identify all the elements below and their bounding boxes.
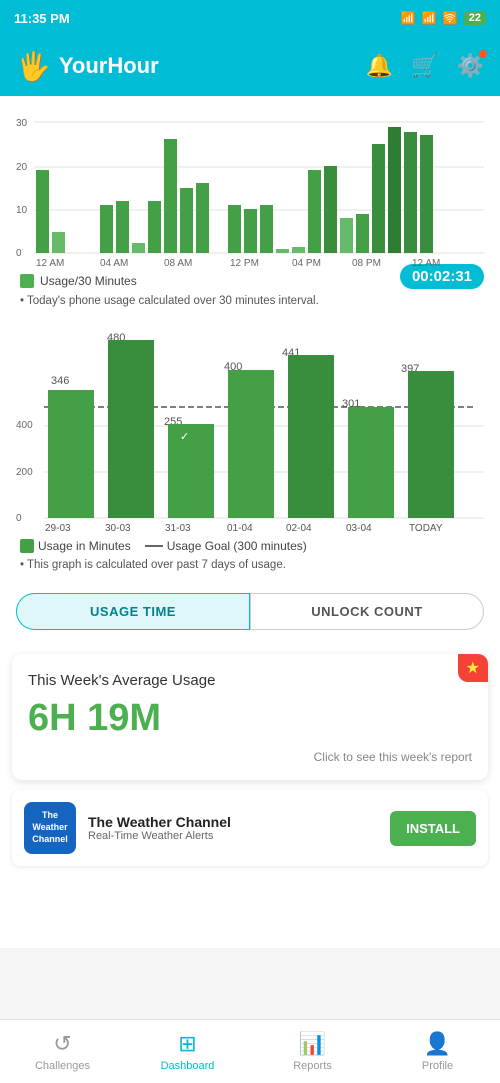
svg-text:0: 0 — [16, 248, 22, 259]
svg-text:04 PM: 04 PM — [292, 258, 321, 268]
hourly-chart-svg: 0 10 20 30 — [16, 108, 484, 268]
challenges-icon: ↺ — [53, 1031, 71, 1057]
svg-text:02-04: 02-04 — [286, 523, 312, 533]
svg-text:346: 346 — [51, 375, 69, 387]
weekly-chart-container: 0 200 400 346 480 255 — [16, 333, 484, 533]
legend-box-usage — [20, 274, 34, 288]
reports-icon: 📊 — [299, 1031, 326, 1057]
weekly-average-time: 6H 19M — [28, 697, 472, 740]
hourly-chart-container: 0 10 20 30 — [16, 108, 484, 268]
chart1-note: • Today's phone usage calculated over 30… — [16, 295, 484, 307]
chart2-note: • This graph is calculated over past 7 d… — [16, 559, 484, 571]
weekly-chart-section: 0 200 400 346 480 255 — [0, 321, 500, 577]
svg-text:12 AM: 12 AM — [36, 258, 64, 268]
unlock-count-button[interactable]: UNLOCK COUNT — [250, 593, 484, 630]
settings-notification-dot — [479, 50, 487, 58]
legend-usage-goal: Usage Goal (300 minutes) — [145, 539, 307, 553]
nav-reports-label: Reports — [293, 1060, 332, 1072]
chart1-legend: Usage/30 Minutes — [16, 274, 137, 288]
battery-indicator: 22 — [464, 11, 486, 25]
chart1-footer: Usage/30 Minutes 00:02:31 • Today's phon… — [16, 268, 484, 307]
svg-text:04 AM: 04 AM — [100, 258, 128, 268]
chart1-legend-label: Usage/30 Minutes — [40, 274, 137, 288]
ad-logo-text: The Weather Channel — [32, 810, 68, 845]
svg-text:30-03: 30-03 — [105, 523, 131, 533]
svg-text:✓: ✓ — [180, 431, 189, 443]
ad-info: The Weather Channel Real-Time Weather Al… — [88, 814, 378, 842]
weekly-average-card[interactable]: ★ This Week's Average Usage 6H 19M Click… — [12, 654, 488, 780]
svg-text:10: 10 — [16, 205, 28, 216]
svg-text:200: 200 — [16, 467, 33, 478]
chart2-legend: Usage in Minutes Usage Goal (300 minutes… — [16, 539, 484, 553]
nav-challenges-label: Challenges — [35, 1060, 90, 1072]
nav-challenges[interactable]: ↺ Challenges — [0, 1023, 125, 1080]
hand-icon: 🖐 — [16, 50, 51, 83]
weekly-card-title: This Week's Average Usage — [28, 672, 472, 689]
header-actions: 🔔 🛒 ⚙️ — [366, 53, 484, 79]
ad-install-button[interactable]: INSTALL — [390, 811, 476, 846]
app-name: YourHour — [59, 53, 159, 79]
svg-text:12 AM: 12 AM — [412, 258, 440, 268]
svg-text:12 PM: 12 PM — [230, 258, 259, 268]
ad-sub-text: Real-Time Weather Alerts — [88, 830, 378, 842]
status-icons: 📶 📶 🛜 22 — [401, 11, 486, 25]
svg-text:0: 0 — [16, 513, 22, 524]
status-time: 11:35 PM — [14, 11, 70, 26]
dashboard-icon: ⊞ — [178, 1031, 196, 1057]
app-header: 🖐 YourHour 🔔 🛒 ⚙️ — [0, 36, 500, 96]
svg-text:29-03: 29-03 — [45, 523, 71, 533]
svg-text:30: 30 — [16, 118, 28, 129]
profile-icon: 👤 — [424, 1031, 451, 1057]
bottom-navigation: ↺ Challenges ⊞ Dashboard 📊 Reports 👤 Pro… — [0, 1019, 500, 1083]
ad-app-name: The Weather Channel — [88, 814, 378, 830]
chart2-legend-label2: Usage Goal (300 minutes) — [167, 539, 307, 553]
svg-text:20: 20 — [16, 162, 28, 173]
cart-icon[interactable]: 🛒 — [411, 53, 438, 79]
app-logo: 🖐 YourHour — [16, 50, 159, 83]
nav-profile[interactable]: 👤 Profile — [375, 1023, 500, 1080]
ad-banner: The Weather Channel The Weather Channel … — [12, 790, 488, 866]
legend-line-goal — [145, 545, 163, 547]
wifi2-icon: 🛜 — [443, 11, 458, 25]
hourly-chart-section: 0 10 20 30 — [0, 96, 500, 313]
svg-text:08 PM: 08 PM — [352, 258, 381, 268]
svg-text:400: 400 — [16, 420, 33, 431]
weekly-chart-svg: 0 200 400 346 480 255 — [16, 333, 484, 533]
weekly-report-link[interactable]: Click to see this week's report — [28, 750, 472, 764]
svg-text:TODAY: TODAY — [409, 523, 443, 533]
signal-icon: 📶 — [401, 11, 416, 25]
svg-text:08 AM: 08 AM — [164, 258, 192, 268]
legend-box-minutes — [20, 539, 34, 553]
nav-reports[interactable]: 📊 Reports — [250, 1023, 375, 1080]
chart2-legend-label1: Usage in Minutes — [38, 539, 131, 553]
svg-text:01-04: 01-04 — [227, 523, 253, 533]
status-bar: 11:35 PM 📶 📶 🛜 22 — [0, 0, 500, 36]
usage-time-button[interactable]: USAGE TIME — [16, 593, 250, 630]
nav-dashboard-label: Dashboard — [161, 1060, 215, 1072]
ad-logo: The Weather Channel — [24, 802, 76, 854]
nav-profile-label: Profile — [422, 1060, 453, 1072]
svg-text:31-03: 31-03 — [165, 523, 191, 533]
weekly-badge: ★ — [458, 654, 488, 682]
view-toggle: USAGE TIME UNLOCK COUNT — [0, 577, 500, 646]
bell-icon[interactable]: 🔔 — [366, 53, 393, 79]
svg-text:03-04: 03-04 — [346, 523, 372, 533]
legend-usage-minutes: Usage in Minutes — [20, 539, 131, 553]
nav-dashboard[interactable]: ⊞ Dashboard — [125, 1023, 250, 1080]
settings-icon-wrapper[interactable]: ⚙️ — [457, 53, 484, 79]
wifi-icon: 📶 — [422, 11, 437, 25]
main-content: 0 10 20 30 — [0, 96, 500, 948]
